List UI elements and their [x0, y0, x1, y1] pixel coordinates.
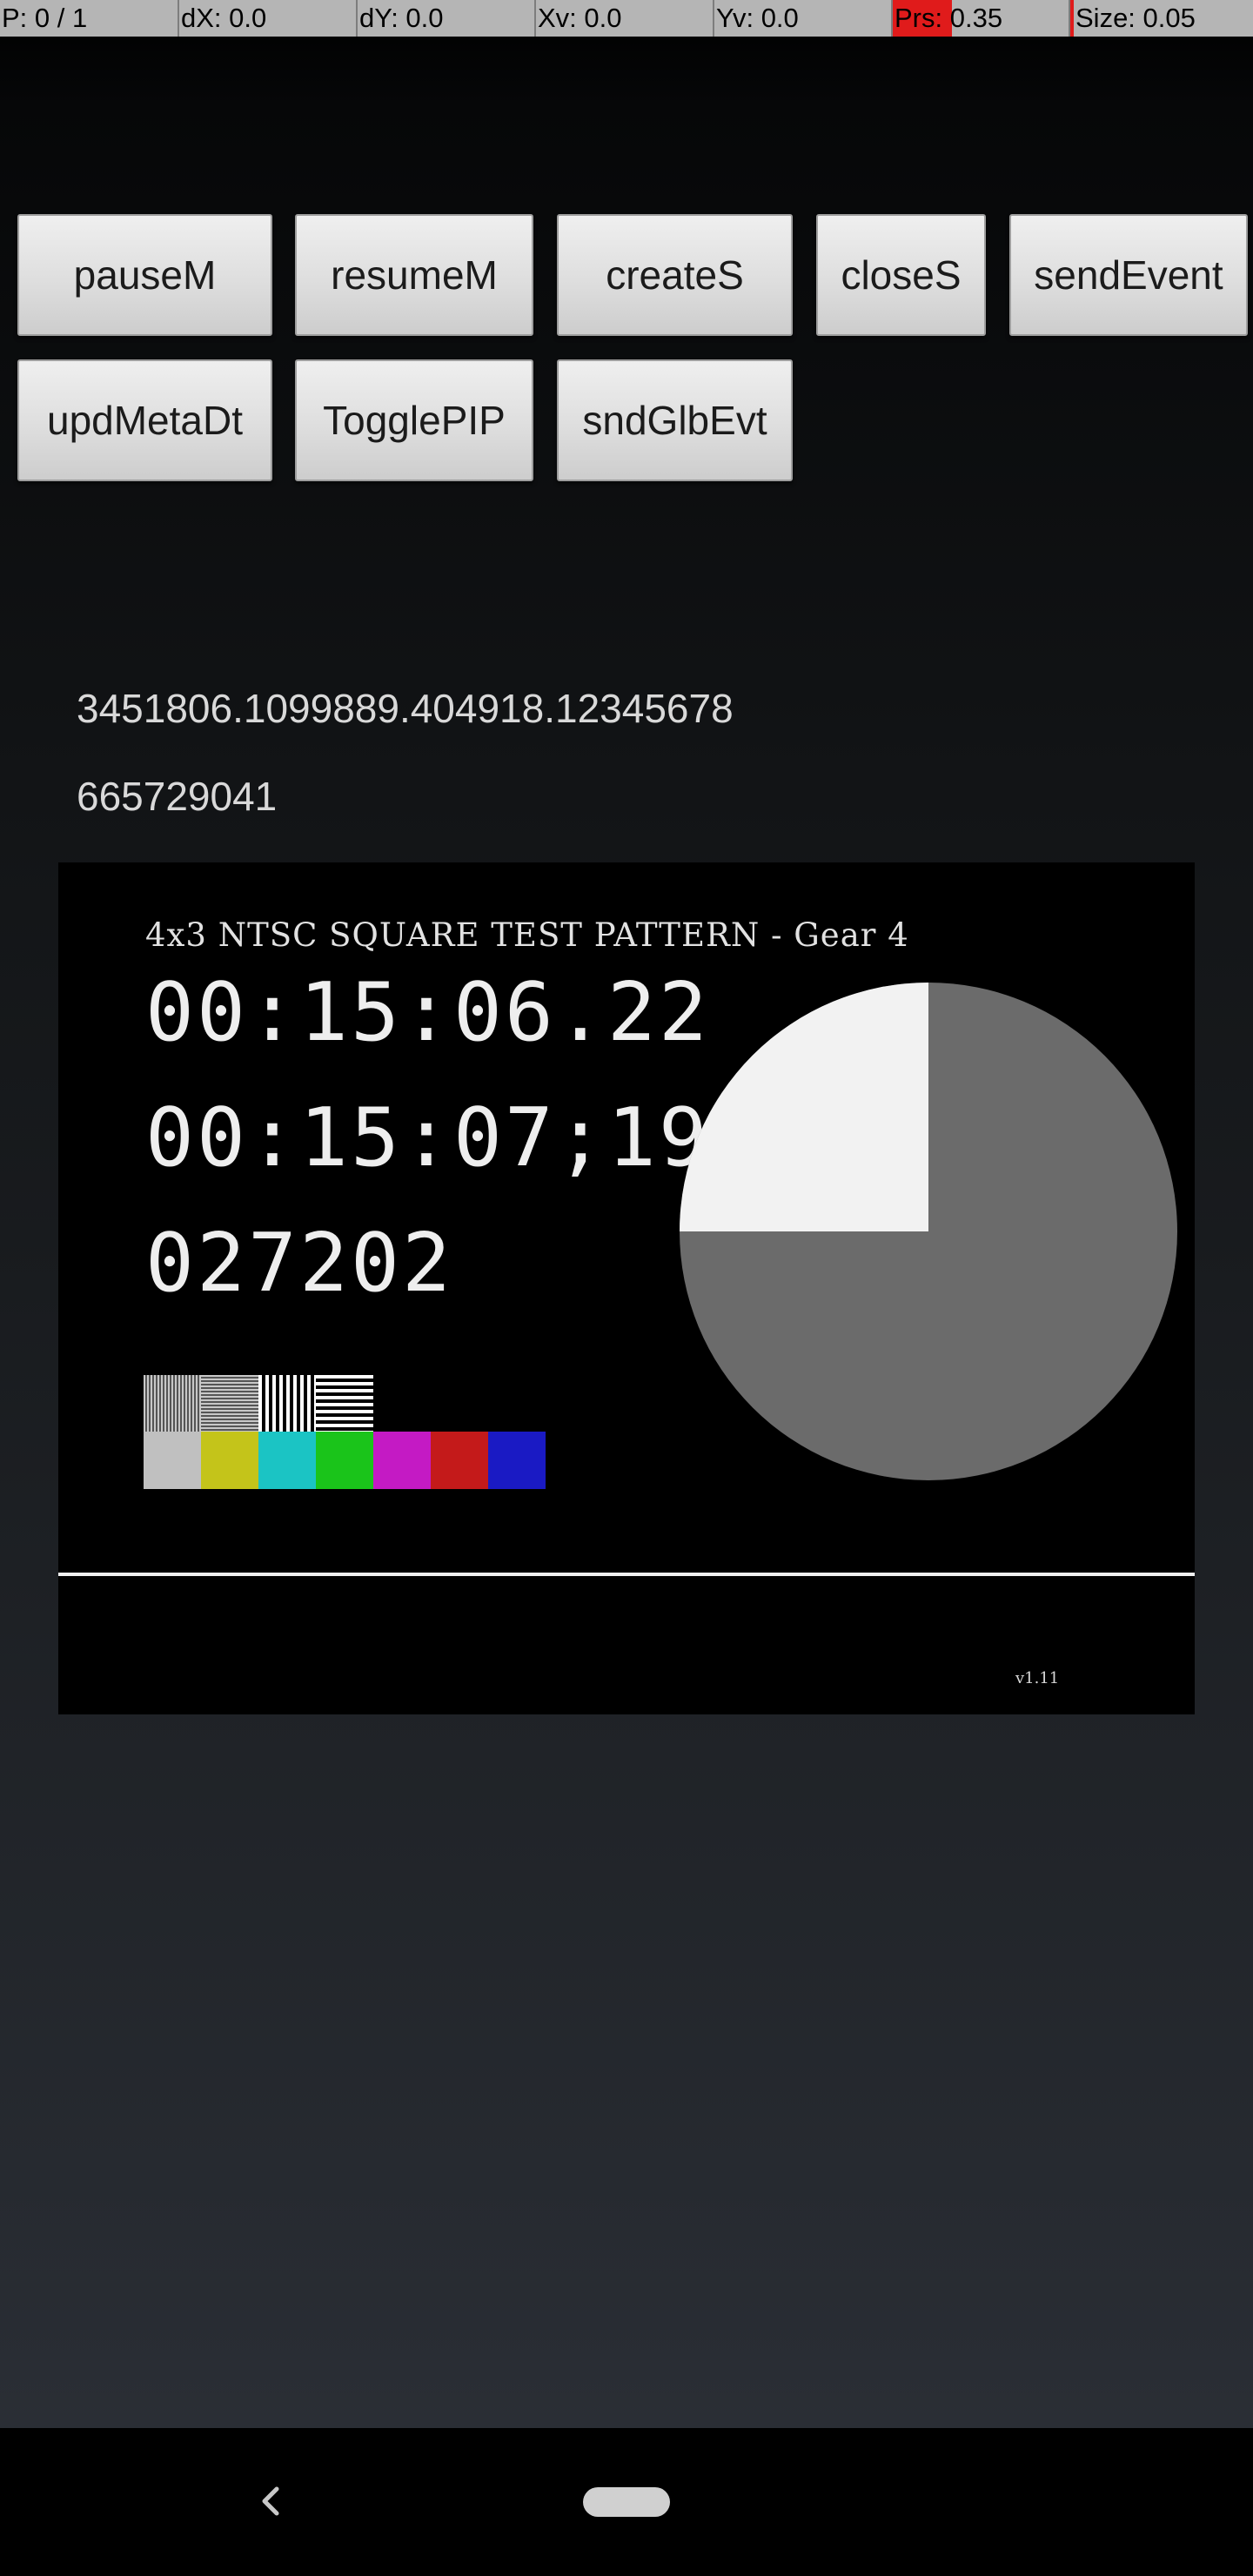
navigation-bar — [0, 2428, 1253, 2576]
color-bar-4 — [316, 1432, 373, 1489]
color-bar-1 — [144, 1432, 201, 1489]
pause-media-button[interactable]: pauseM — [17, 214, 272, 336]
color-bar-2 — [201, 1432, 258, 1489]
stripe-patch-horizontal — [316, 1375, 373, 1432]
delta-y-readout: dY: 0.0 — [358, 0, 536, 37]
session-number-text: 665729041 — [77, 774, 278, 819]
resume-media-button[interactable]: resumeM — [295, 214, 533, 336]
send-event-button[interactable]: sendEvent — [1009, 214, 1248, 336]
chevron-left-icon[interactable] — [244, 2466, 296, 2536]
stripe-patch-vertical — [258, 1375, 316, 1432]
size-readout: Size: 0.05 — [1070, 0, 1253, 37]
pie-highlight-slice — [680, 983, 928, 1231]
pressure-readout: Prs: 0.35 — [893, 0, 1070, 37]
color-bar-7 — [488, 1432, 546, 1489]
color-bar-5 — [373, 1432, 431, 1489]
toggle-pip-button[interactable]: TogglePIP — [295, 359, 533, 481]
stripe-patch-horizontal-fine — [201, 1375, 258, 1432]
pattern-version: v1.11 — [1015, 1669, 1060, 1687]
send-global-event-button[interactable]: sndGlbEvt — [557, 359, 793, 481]
video-player[interactable]: 4x3 NTSC SQUARE TEST PATTERN - Gear 4 00… — [58, 862, 1195, 1714]
color-bars — [144, 1432, 546, 1489]
pointer-location-bar: P: 0 / 1 dX: 0.0 dY: 0.0 Xv: 0.0 Yv: 0.0… — [0, 0, 1253, 37]
close-session-button[interactable]: closeS — [816, 214, 986, 336]
session-id-text: 3451806.1099889.404918.12345678 — [77, 686, 734, 731]
create-session-button[interactable]: createS — [557, 214, 793, 336]
video-divider — [58, 1573, 1195, 1576]
color-bar-6 — [431, 1432, 488, 1489]
velocity-x-readout: Xv: 0.0 — [536, 0, 714, 37]
stripe-patch-fine — [144, 1375, 201, 1432]
color-bar-3 — [258, 1432, 316, 1489]
velocity-y-readout: Yv: 0.0 — [714, 0, 893, 37]
pointer-count: P: 0 / 1 — [0, 0, 179, 37]
update-metadata-button[interactable]: updMetaDt — [17, 359, 272, 481]
home-pill-icon[interactable] — [583, 2487, 670, 2517]
clock-pie-chart — [680, 983, 1177, 1480]
delta-x-readout: dX: 0.0 — [179, 0, 358, 37]
